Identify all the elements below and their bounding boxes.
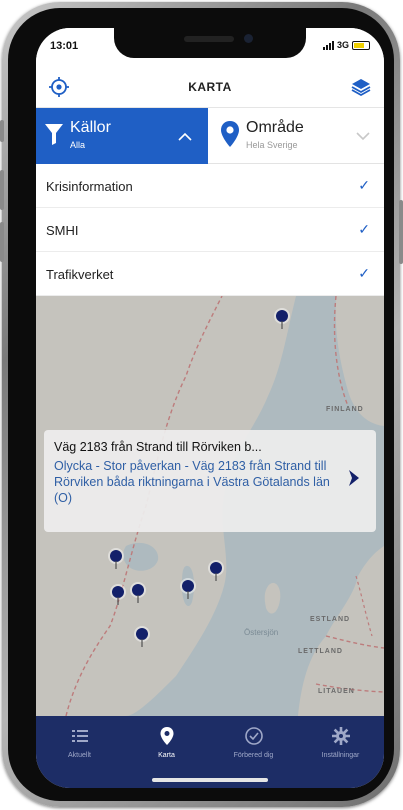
incident-info-card[interactable]: Väg 2183 från Strand till Rörviken b... … <box>44 430 376 532</box>
gear-icon <box>331 727 350 745</box>
incident-description: Olycka - Stor påverkan - Väg 2183 från S… <box>54 459 330 505</box>
list-item-label: Trafikverket <box>46 267 114 282</box>
map-marker[interactable] <box>136 628 148 647</box>
sources-title: Källor <box>70 119 111 136</box>
sources-filter-tab[interactable]: Källor Alla <box>36 108 208 164</box>
tab-installningar[interactable]: Inställningar <box>297 716 384 788</box>
source-list: Krisinformation ✓ SMHI ✓ Trafikverket ✓ <box>36 164 384 296</box>
volume-down-button <box>0 222 4 262</box>
tab-label: Karta <box>158 752 175 759</box>
list-item-label: Krisinformation <box>46 179 133 194</box>
status-time: 13:01 <box>50 40 79 52</box>
list-item-trafikverket[interactable]: Trafikverket ✓ <box>36 252 384 296</box>
map-label-ostersjon: Östersjön <box>244 628 279 637</box>
checkmark-icon: ✓ <box>358 221 370 237</box>
map-marker[interactable] <box>132 584 144 603</box>
app-screen: 13:01 3G KARTA Källor Alla Område Hela S… <box>36 28 384 788</box>
tab-label: Förbered dig <box>233 752 274 759</box>
map-marker[interactable] <box>112 586 124 605</box>
layers-icon[interactable] <box>350 76 372 98</box>
home-indicator[interactable] <box>152 778 268 782</box>
area-filter-tab[interactable]: Område Hela Sverige <box>208 108 384 164</box>
checkmark-icon: ✓ <box>358 177 370 193</box>
page-title: KARTA <box>188 80 232 94</box>
map-label-lettland: LETTLAND <box>298 648 343 655</box>
incident-title: Väg 2183 från Strand till Rörviken b... <box>54 440 262 454</box>
front-camera <box>244 34 253 43</box>
silent-switch <box>0 120 4 142</box>
area-subtitle: Hela Sverige <box>246 140 298 150</box>
filter-icon <box>45 124 63 145</box>
network-type: 3G <box>336 40 349 50</box>
list-item-label: SMHI <box>46 223 79 238</box>
map-label-litauen: LITAUEN <box>318 688 355 695</box>
area-title: Område <box>246 119 304 136</box>
chevron-up-icon <box>178 132 192 141</box>
map-marker[interactable] <box>110 550 122 569</box>
tab-label: Aktuellt <box>68 752 91 759</box>
battery-icon <box>352 40 370 50</box>
volume-up-button <box>0 170 4 210</box>
checkmark-circle-icon <box>244 727 263 745</box>
status-right: 3G <box>322 40 370 50</box>
list-icon <box>71 730 88 742</box>
chevron-right-icon <box>349 470 359 486</box>
map-marker[interactable] <box>276 310 288 329</box>
power-button <box>399 200 403 264</box>
location-pin-icon <box>221 121 239 147</box>
speaker-grille <box>184 36 234 42</box>
notch <box>114 28 306 58</box>
nav-bar: KARTA <box>36 66 384 108</box>
map-marker[interactable] <box>210 562 222 581</box>
map-label-finland: FINLAND <box>326 406 364 413</box>
checkmark-icon: ✓ <box>358 265 370 281</box>
tab-bar: Aktuellt Karta Förbered dig Inställninga… <box>36 716 384 788</box>
map-label-estland: ESTLAND <box>310 616 351 623</box>
map-pin-icon <box>160 727 173 745</box>
sources-subtitle: Alla <box>70 140 86 150</box>
tab-aktuellt[interactable]: Aktuellt <box>36 716 123 788</box>
chevron-down-icon <box>356 132 370 141</box>
list-item-krisinformation[interactable]: Krisinformation ✓ <box>36 164 384 208</box>
filter-tabs: Källor Alla Område Hela Sverige <box>36 108 384 164</box>
map-marker[interactable] <box>182 580 194 599</box>
list-item-smhi[interactable]: SMHI ✓ <box>36 208 384 252</box>
signal-icon <box>322 40 334 50</box>
tab-label: Inställningar <box>321 752 360 759</box>
